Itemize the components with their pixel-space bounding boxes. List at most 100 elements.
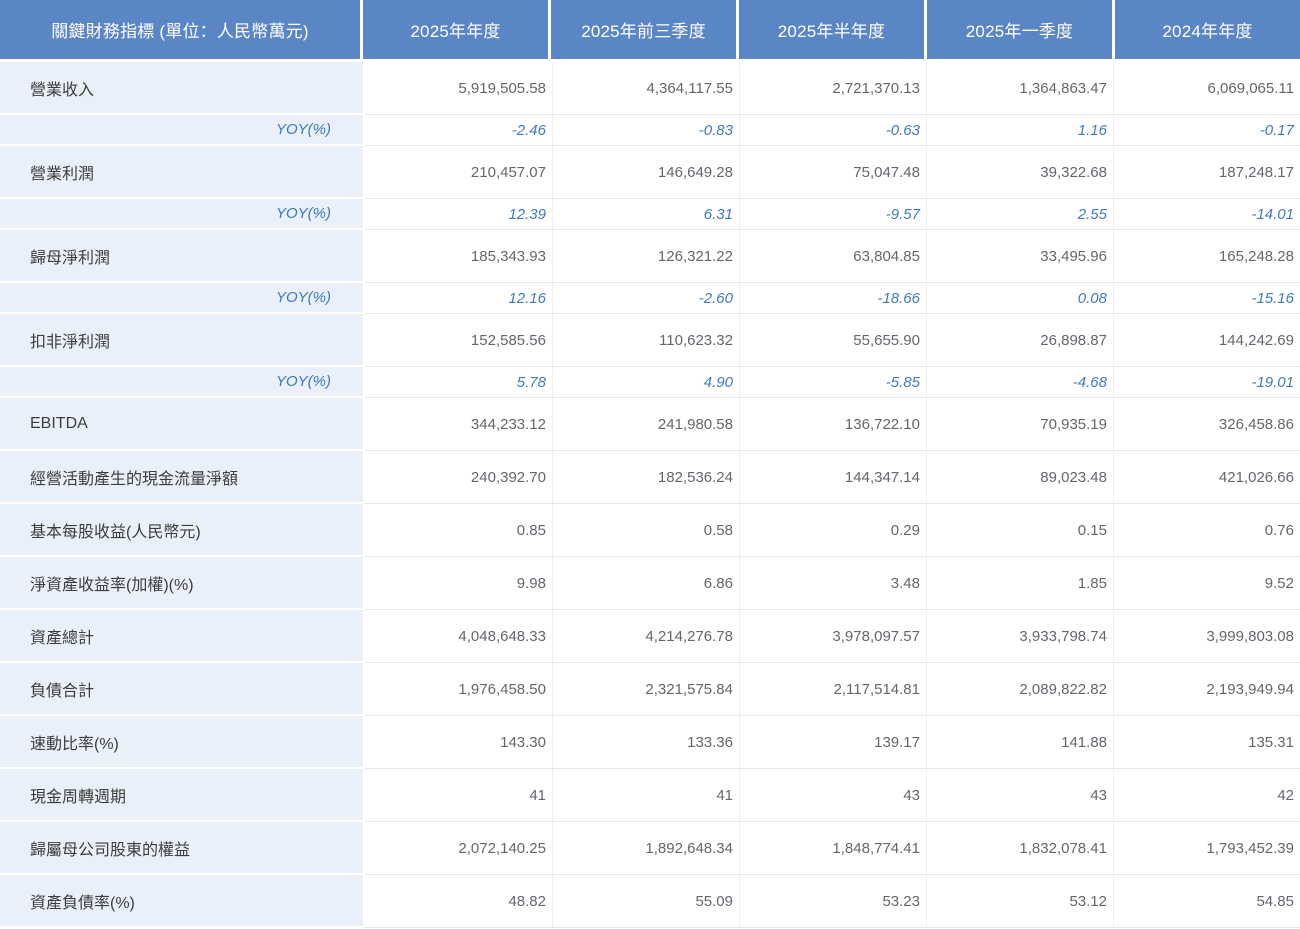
metric-value-cell: 241,980.58: [553, 398, 740, 451]
yoy-value-cell: 5.78: [363, 367, 553, 398]
metric-value-cell: 39,322.68: [927, 146, 1114, 199]
metric-value-cell: 5,919,505.58: [363, 62, 553, 115]
metric-value-cell: 3,999,803.08: [1114, 610, 1300, 663]
metric-value-cell: 9.52: [1114, 557, 1300, 610]
yoy-value-cell: 12.39: [363, 199, 553, 230]
metric-value-cell: 26,898.87: [927, 314, 1114, 367]
metric-value-cell: 55.09: [553, 875, 740, 928]
yoy-value-cell: -5.85: [740, 367, 927, 398]
yoy-row-label: YOY(%): [0, 367, 363, 398]
metric-row-label: 基本每股收益(人民幣元): [0, 504, 363, 557]
metric-value-cell: 2,072,140.25: [363, 822, 553, 875]
metric-value-cell: 326,458.86: [1114, 398, 1300, 451]
metric-row-label: EBITDA: [0, 398, 363, 451]
yoy-row-label: YOY(%): [0, 283, 363, 314]
metric-value-cell: 41: [363, 769, 553, 822]
metric-value-cell: 3.48: [740, 557, 927, 610]
metric-row-label: 營業利潤: [0, 146, 363, 199]
yoy-row: YOY(%) 5.78 4.90 -5.85 -4.68 -19.01: [0, 367, 1300, 398]
yoy-value-cell: 2.55: [927, 199, 1114, 230]
metric-value-cell: 6,069,065.11: [1114, 62, 1300, 115]
metric-value-cell: 89,023.48: [927, 451, 1114, 504]
financial-metrics-table: 關鍵財務指標 (單位：人民幣萬元) 2025年年度 2025年前三季度 2025年半…: [0, 0, 1300, 929]
metric-row: 負債合計 1,976,458.50 2,321,575.84 2,117,514.81…: [0, 663, 1300, 716]
header-period-column: 2025年一季度: [927, 0, 1115, 62]
metric-value-cell: 144,347.14: [740, 451, 927, 504]
metric-value-cell: 41: [553, 769, 740, 822]
metric-row: 基本每股收益(人民幣元) 0.85 0.58 0.29 0.15 0.76: [0, 504, 1300, 557]
metric-value-cell: 48.82: [363, 875, 553, 928]
metric-row-label: 現金周轉週期: [0, 769, 363, 822]
metric-value-cell: 3,978,097.57: [740, 610, 927, 663]
metric-row: 速動比率(%) 143.30 133.36 139.17 141.88 135.31: [0, 716, 1300, 769]
metric-value-cell: 344,233.12: [363, 398, 553, 451]
yoy-value-cell: 1.16: [927, 115, 1114, 146]
metric-value-cell: 3,933,798.74: [927, 610, 1114, 663]
metric-value-cell: 133.36: [553, 716, 740, 769]
metric-value-cell: 1.85: [927, 557, 1114, 610]
metric-row-label: 負債合計: [0, 663, 363, 716]
metric-row-label: 資產負債率(%): [0, 875, 363, 928]
table-body: 營業收入 5,919,505.58 4,364,117.55 2,721,370.13…: [0, 62, 1300, 928]
yoy-value-cell: -0.83: [553, 115, 740, 146]
metric-value-cell: 1,848,774.41: [740, 822, 927, 875]
yoy-value-cell: 6.31: [553, 199, 740, 230]
header-metric-unit-label: 關鍵財務指標 (單位：人民幣萬元): [0, 0, 363, 62]
header-period-column: 2024年年度: [1115, 0, 1300, 62]
metric-value-cell: 1,793,452.39: [1114, 822, 1300, 875]
metric-row-label: 歸屬母公司股東的權益: [0, 822, 363, 875]
metric-row: 歸母淨利潤 185,343.93 126,321.22 63,804.85 33,495…: [0, 230, 1300, 283]
metric-value-cell: 0.85: [363, 504, 553, 557]
metric-value-cell: 70,935.19: [927, 398, 1114, 451]
metric-row: 歸屬母公司股東的權益 2,072,140.25 1,892,648.34 1,848,…: [0, 822, 1300, 875]
yoy-row: YOY(%) 12.16 -2.60 -18.66 0.08 -15.16: [0, 283, 1300, 314]
metric-value-cell: 165,248.28: [1114, 230, 1300, 283]
metric-value-cell: 1,892,648.34: [553, 822, 740, 875]
metric-value-cell: 1,832,078.41: [927, 822, 1114, 875]
metric-value-cell: 4,364,117.55: [553, 62, 740, 115]
yoy-row-label: YOY(%): [0, 199, 363, 230]
metric-value-cell: 6.86: [553, 557, 740, 610]
metric-value-cell: 0.58: [553, 504, 740, 557]
header-period-column: 2025年前三季度: [551, 0, 739, 62]
metric-value-cell: 1,976,458.50: [363, 663, 553, 716]
metric-row-label: 經營活動產生的現金流量淨額: [0, 451, 363, 504]
yoy-value-cell: 4.90: [553, 367, 740, 398]
yoy-value-cell: -4.68: [927, 367, 1114, 398]
metric-value-cell: 210,457.07: [363, 146, 553, 199]
metric-value-cell: 187,248.17: [1114, 146, 1300, 199]
yoy-value-cell: -2.60: [553, 283, 740, 314]
metric-row-label: 速動比率(%): [0, 716, 363, 769]
yoy-value-cell: -9.57: [740, 199, 927, 230]
yoy-row: YOY(%) -2.46 -0.83 -0.63 1.16 -0.17: [0, 115, 1300, 146]
metric-value-cell: 43: [740, 769, 927, 822]
metric-value-cell: 4,048,648.33: [363, 610, 553, 663]
metric-value-cell: 1,364,863.47: [927, 62, 1114, 115]
metric-row: 現金周轉週期 41 41 43 43 42: [0, 769, 1300, 822]
yoy-value-cell: -15.16: [1114, 283, 1300, 314]
yoy-row-label: YOY(%): [0, 115, 363, 146]
metric-row-label: 淨資產收益率(加權)(%): [0, 557, 363, 610]
metric-value-cell: 135.31: [1114, 716, 1300, 769]
metric-value-cell: 182,536.24: [553, 451, 740, 504]
metric-value-cell: 63,804.85: [740, 230, 927, 283]
metric-value-cell: 2,193,949.94: [1114, 663, 1300, 716]
metric-row: 淨資產收益率(加權)(%) 9.98 6.86 3.48 1.85 9.52: [0, 557, 1300, 610]
metric-value-cell: 141.88: [927, 716, 1114, 769]
metric-row-label: 扣非淨利潤: [0, 314, 363, 367]
yoy-value-cell: -0.17: [1114, 115, 1300, 146]
yoy-value-cell: -0.63: [740, 115, 927, 146]
metric-value-cell: 185,343.93: [363, 230, 553, 283]
metric-value-cell: 43: [927, 769, 1114, 822]
metric-row: 營業收入 5,919,505.58 4,364,117.55 2,721,370.13…: [0, 62, 1300, 115]
metric-value-cell: 144,242.69: [1114, 314, 1300, 367]
metric-value-cell: 42: [1114, 769, 1300, 822]
metric-value-cell: 75,047.48: [740, 146, 927, 199]
metric-value-cell: 2,721,370.13: [740, 62, 927, 115]
metric-value-cell: 4,214,276.78: [553, 610, 740, 663]
metric-value-cell: 146,649.28: [553, 146, 740, 199]
metric-value-cell: 54.85: [1114, 875, 1300, 928]
metric-value-cell: 53.23: [740, 875, 927, 928]
metric-value-cell: 2,117,514.81: [740, 663, 927, 716]
metric-value-cell: 0.76: [1114, 504, 1300, 557]
